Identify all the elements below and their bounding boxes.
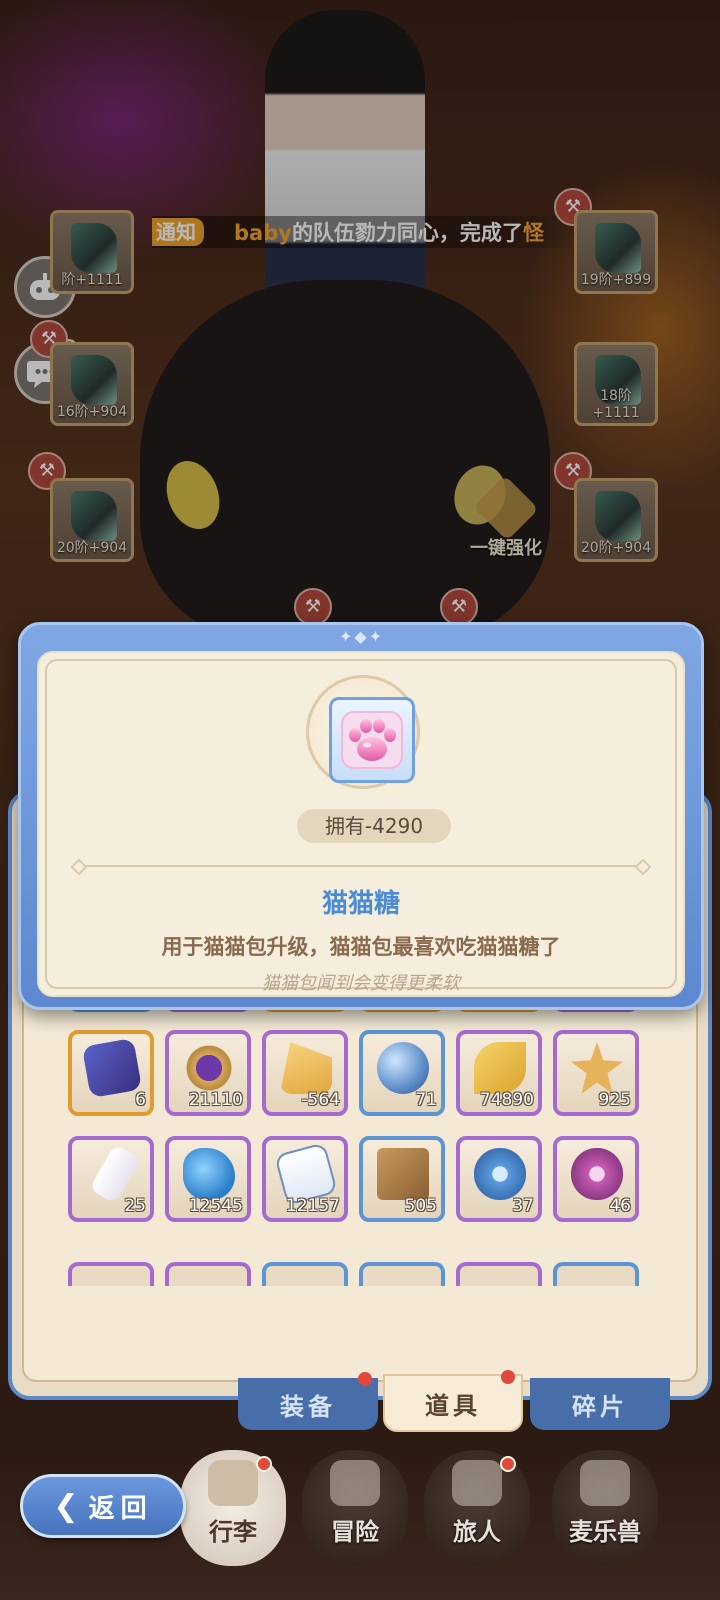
inventory-grid: 6 21110 -564 71 74890 925 25 12545 12157… [68, 1030, 668, 1222]
item-qty: -564 [301, 1090, 340, 1110]
item-detail-popup[interactable]: ✦◆✦ 拥有-4290 猫猫糖 用于猫猫包升级，猫猫包最喜欢吃猫猫糖了 猫猫包闻… [18, 622, 704, 1010]
inventory-item-gold-leaf[interactable]: 74890 [456, 1030, 542, 1116]
inventory-item[interactable] [553, 1262, 639, 1286]
item-qty: 71 [415, 1090, 437, 1110]
notification-dot [358, 1372, 372, 1386]
item-qty: 46 [609, 1196, 631, 1216]
item-qty: 6 [135, 1090, 146, 1110]
item-description: 用于猫猫包升级，猫猫包最喜欢吃猫猫糖了 [161, 935, 561, 959]
cat-pet-icon [580, 1460, 630, 1506]
item-qty: 21110 [188, 1090, 243, 1110]
ring-icon [183, 1042, 235, 1094]
luggage-icon [208, 1460, 258, 1506]
notification-dot [500, 1456, 516, 1472]
inventory-item-blue-slime[interactable]: 12545 [165, 1136, 251, 1222]
slime-icon [183, 1148, 235, 1200]
nav-pets[interactable]: 麦乐兽 [552, 1450, 658, 1566]
inventory-item[interactable] [165, 1262, 251, 1286]
inventory-item[interactable] [456, 1262, 542, 1286]
inventory-item[interactable] [68, 1262, 154, 1286]
nav-adventure[interactable]: 冒险 [302, 1450, 408, 1566]
item-qty: 12157 [285, 1196, 340, 1216]
inventory-tabs: 装备 道具 碎片 [238, 1370, 674, 1434]
item-qty: 74890 [479, 1090, 534, 1110]
notification-dot [256, 1456, 272, 1472]
inventory-item-milk-bottle[interactable]: 25 [68, 1136, 154, 1222]
item-detail-card: 拥有-4290 猫猫糖 用于猫猫包升级，猫猫包最喜欢吃猫猫糖了 猫猫包闻到会变得… [37, 651, 685, 997]
book-icon [377, 1148, 429, 1200]
nav-label: 旅人 [453, 1518, 501, 1546]
ornament-icon: ✦◆✦ [339, 627, 385, 646]
traveler-portrait-icon [452, 1460, 502, 1506]
inventory-item-star-cookie[interactable]: 925 [553, 1030, 639, 1116]
leaf-icon [474, 1042, 526, 1094]
inventory-item-book[interactable]: 505 [359, 1136, 445, 1222]
owned-count: 拥有-4290 [297, 809, 451, 843]
item-name: 猫猫糖 [321, 889, 400, 919]
inventory-item[interactable] [359, 1262, 445, 1286]
item-qty: 37 [512, 1196, 534, 1216]
inventory-item-cat-ring[interactable]: 21110 [165, 1030, 251, 1116]
bottle-icon [89, 1143, 141, 1205]
item-qty: 925 [598, 1090, 631, 1110]
inventory-item-bubble[interactable]: 71 [359, 1030, 445, 1116]
nav-label: 行李 [209, 1518, 257, 1546]
tab-fragments[interactable]: 碎片 [530, 1378, 670, 1430]
back-button[interactable]: ❮ 返回 [20, 1474, 186, 1538]
nav-travelers[interactable]: 旅人 [424, 1450, 530, 1566]
tab-label: 装备 [280, 1392, 336, 1421]
cheese-icon [280, 1042, 332, 1094]
tab-label: 道具 [425, 1391, 481, 1420]
paw-candy-icon [341, 711, 403, 769]
item-qty: 25 [124, 1196, 146, 1216]
notification-dot [501, 1370, 515, 1384]
tab-items[interactable]: 道具 [383, 1370, 523, 1432]
item-icon-box [329, 697, 415, 783]
nav-label: 冒险 [331, 1518, 379, 1546]
inventory-item-pink-flower[interactable]: 46 [553, 1136, 639, 1222]
back-label: 返回 [88, 1493, 153, 1524]
inventory-item-blue-flower[interactable]: 37 [456, 1136, 542, 1222]
back-arrow-icon: ❮ [53, 1488, 79, 1524]
crossed-swords-icon [330, 1460, 380, 1506]
inventory-row-partial-bottom [68, 1262, 668, 1288]
pink-flower-icon [571, 1148, 623, 1200]
nav-label: 麦乐兽 [569, 1518, 641, 1546]
inventory-item-cheese[interactable]: -564 [262, 1030, 348, 1116]
item-qty: 12545 [188, 1196, 243, 1216]
blue-flower-icon [474, 1148, 526, 1200]
divider [83, 865, 639, 867]
item-qty: 505 [404, 1196, 437, 1216]
item-flavor-text: 猫猫包闻到会变得更柔软 [262, 973, 460, 994]
inventory-item-ticket[interactable]: 12157 [262, 1136, 348, 1222]
star-cookie-icon [571, 1042, 623, 1094]
orb-icon [377, 1042, 429, 1094]
tab-equipment[interactable]: 装备 [238, 1372, 378, 1430]
nav-luggage[interactable]: 行李 [180, 1450, 286, 1566]
card-icon [81, 1037, 143, 1099]
inventory-item-card[interactable]: 6 [68, 1030, 154, 1116]
inventory-item[interactable] [262, 1262, 348, 1286]
tab-label: 碎片 [572, 1392, 628, 1421]
